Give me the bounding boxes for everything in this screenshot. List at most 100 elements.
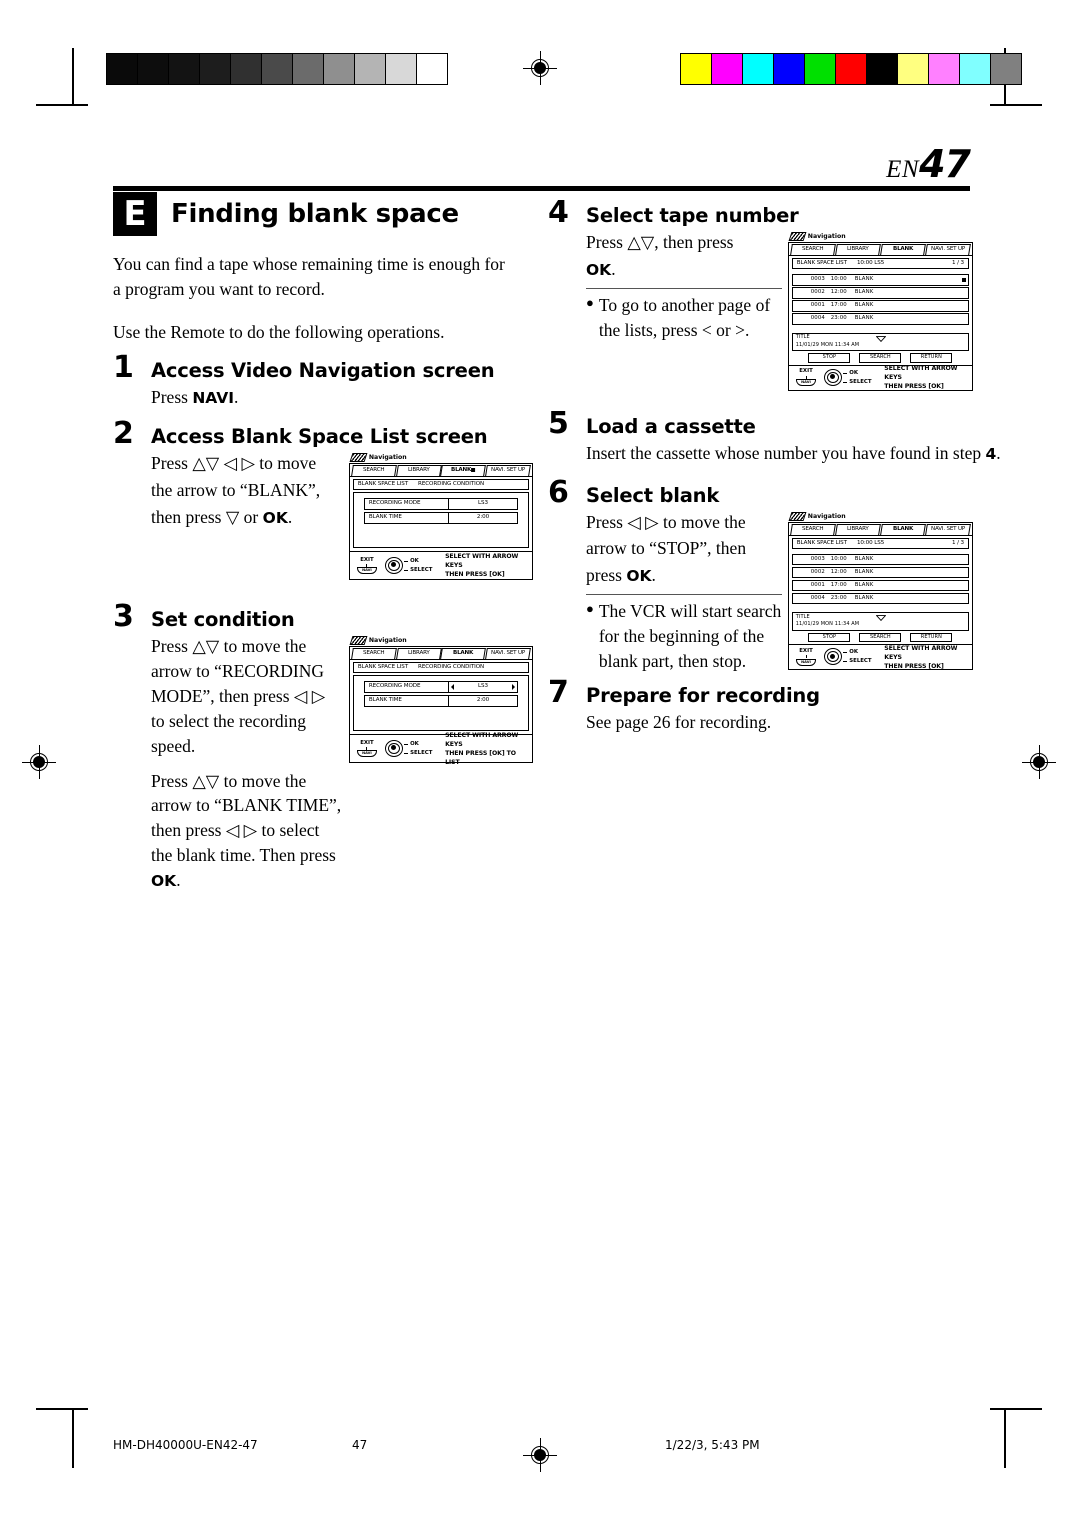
osd-tab-search[interactable]: SEARCH <box>789 244 836 255</box>
osd-list-item-number: 0004 <box>810 594 825 601</box>
osd-option-recording-mode-label: RECORDING MODE <box>365 682 449 693</box>
osd-navi-button[interactable]: NAVI <box>356 750 377 758</box>
osd-navi-button[interactable]: NAVI <box>796 658 816 666</box>
page-header-number: EN47 <box>886 142 971 186</box>
osd-tab-search[interactable]: SEARCH <box>350 648 397 660</box>
osd-tab-blank[interactable]: BLANK <box>440 648 487 660</box>
osd-tab-navi-setup[interactable]: NAVI. SET UP <box>925 244 971 255</box>
left-arrow-icon[interactable] <box>450 683 454 690</box>
osd-tab-blank[interactable]: BLANK <box>880 523 926 535</box>
osd-screen-blank-list-2: Navigation SEARCH LIBRARY BLANK NAVI. SE… <box>787 511 973 671</box>
step-1-text-pre: Press <box>151 386 193 407</box>
osd-list-item[interactable]: 0001 17:00 BLANK <box>791 300 969 312</box>
osd-option-blank-time[interactable]: BLANK TIME 2:00 <box>363 695 518 708</box>
step-6-note: ● The VCR will start search for the begi… <box>586 599 784 674</box>
osd-jog-wheel-icon[interactable] <box>384 739 406 759</box>
osd-list-item-state: BLANK <box>854 594 874 601</box>
osd-list-item[interactable]: 0002 12:00 BLANK <box>791 287 969 299</box>
osd-list-item[interactable]: 0004 23:00 BLANK <box>791 592 969 605</box>
osd-list-item-state: BLANK <box>854 302 874 309</box>
osd-tab-library[interactable]: LIBRARY <box>395 465 442 477</box>
step-7-text: See page 26 for recording. <box>586 711 772 732</box>
osd-return-button[interactable]: RETURN <box>910 353 953 363</box>
osd-list-item-time: 23:00 <box>830 315 847 322</box>
step-4-note-divider <box>586 287 782 289</box>
step-3-number: 3 <box>113 599 134 635</box>
osd-search-button[interactable]: SEARCH <box>859 353 902 363</box>
osd-tab-search[interactable]: SEARCH <box>350 465 397 477</box>
osd-navi-button[interactable]: NAVI <box>356 567 377 575</box>
step-2-line-3-pre: then press ▽ or <box>151 507 263 528</box>
step-1-key-navi: NAVI <box>192 388 235 407</box>
osd-jog-wheel-icon[interactable] <box>823 647 845 667</box>
osd-tab-blank[interactable]: BLANK <box>880 244 926 255</box>
manual-page: EN47 E Finding blank space You can find … <box>0 0 1080 1528</box>
scroll-down-icon[interactable] <box>875 327 887 342</box>
osd-list-item-state: BLANK <box>854 276 874 282</box>
osd-tab-search[interactable]: SEARCH <box>789 523 836 535</box>
osd-option-blank-time-label: BLANK TIME <box>365 513 449 524</box>
step-7: 7 Prepare for recording See page 26 for … <box>548 677 973 735</box>
osd-tab-library[interactable]: LIBRARY <box>834 523 881 535</box>
navigation-logo-icon <box>788 511 807 521</box>
osd-help-message-4: SELECT WITH ARROW KEYS THEN PRESS [OK] <box>884 644 972 671</box>
osd-tab-library-label: LIBRARY <box>407 467 430 474</box>
osd-exit-group[interactable]: EXIT NAVI <box>793 648 819 666</box>
color-swatch <box>774 54 805 84</box>
step-4: 4 Select tape number Press △▽, then pres… <box>548 198 973 391</box>
scroll-down-icon[interactable] <box>875 606 887 622</box>
color-swatch <box>805 54 836 84</box>
osd-jog-wheel-icon[interactable] <box>823 368 845 388</box>
osd-tab-library[interactable]: LIBRARY <box>395 648 442 660</box>
osd-tab-search-label: SEARCH <box>363 650 385 657</box>
osd-tab-library[interactable]: LIBRARY <box>834 244 881 255</box>
osd-list-item-time: 10:00 <box>830 276 847 282</box>
osd-tab-bar-2: SEARCH LIBRARY BLANK NAVI. SET UP <box>350 647 532 660</box>
osd-stop-button[interactable]: STOP <box>808 632 851 643</box>
step-6-number: 6 <box>548 474 569 510</box>
osd-option-blank-time[interactable]: BLANK TIME 2:00 <box>363 512 518 525</box>
osd-list-item[interactable]: 0001 17:00 BLANK <box>791 579 969 592</box>
right-column: 4 Select tape number Press △▽, then pres… <box>548 198 1001 739</box>
osd-tab-blank[interactable]: BLANK <box>440 465 487 477</box>
osd-tab-navi-setup-label: NAVI. SET UP <box>930 525 965 532</box>
osd-tab-navi-setup[interactable]: NAVI. SET UP <box>925 523 971 535</box>
grayscale-swatch <box>107 54 138 84</box>
osd-option-recording-mode[interactable]: RECORDING MODE LS3 <box>363 498 518 511</box>
step-1-number: 1 <box>113 349 134 385</box>
osd-list-item[interactable]: 0003 10:00 BLANK <box>791 274 969 286</box>
osd-screen-blank-condition-2: Navigation SEARCH LIBRARY BLANK NAVI. SE… <box>348 636 533 766</box>
crop-mark-left-upper <box>36 104 88 106</box>
osd-list-page-indicator: 1 / 3 <box>951 260 964 266</box>
osd-search-button[interactable]: SEARCH <box>859 632 902 643</box>
osd-exit-group[interactable]: EXIT NAVI <box>793 369 819 387</box>
osd-navi-button[interactable]: NAVI <box>796 379 816 387</box>
osd-list-item[interactable]: 0002 12:00 BLANK <box>791 566 969 579</box>
osd-list-item-time: 12:00 <box>830 568 847 575</box>
osd-list-item[interactable]: 0004 23:00 BLANK <box>791 313 969 325</box>
step-5-title: Load a cassette <box>586 414 756 438</box>
osd-ok-label: OK <box>843 648 880 657</box>
osd-body-2: BLANK SPACE LIST RECORDING CONDITION REC… <box>349 659 532 766</box>
osd-exit-group[interactable]: EXIT NAVI <box>354 557 380 575</box>
osd-help-message-2: SELECT WITH ARROW KEYS THEN PRESS [OK] T… <box>445 731 532 767</box>
color-swatch <box>960 54 991 84</box>
osd-list-item[interactable]: 0003 10:00 BLANK <box>791 553 969 566</box>
crop-mark-bottom-left <box>72 1410 74 1468</box>
osd-exit-group[interactable]: EXIT NAVI <box>354 740 380 758</box>
osd-option-recording-mode[interactable]: RECORDING MODE LS3 <box>363 681 518 694</box>
osd-window-title-2: Navigation <box>368 637 407 645</box>
step-4-note-text: To go to another page of the lists, pres… <box>598 294 771 340</box>
osd-jog-wheel-icon[interactable] <box>384 556 406 576</box>
osd-list-item-number: 0003 <box>810 276 825 282</box>
right-arrow-icon[interactable] <box>512 683 515 690</box>
osd-help-line-1: SELECT WITH ARROW KEYS <box>445 731 519 748</box>
osd-stop-button[interactable]: STOP <box>808 353 851 363</box>
section-intro-2: Use the Remote to do the following opera… <box>113 321 445 342</box>
osd-list-item-state: BLANK <box>854 568 874 575</box>
osd-tab-navi-setup[interactable]: NAVI. SET UP <box>485 648 531 660</box>
osd-return-button[interactable]: RETURN <box>910 632 953 643</box>
step-6-line-1: Press ◁ ▷ to move the <box>586 511 746 532</box>
osd-ok-label: OK <box>404 557 441 566</box>
osd-tab-navi-setup[interactable]: NAVI. SET UP <box>485 465 531 477</box>
